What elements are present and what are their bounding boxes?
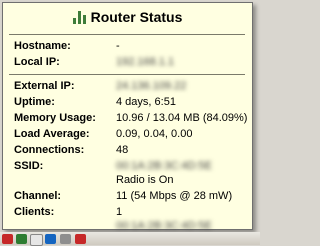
update-icon[interactable] [45, 234, 56, 244]
separator-middle [9, 74, 245, 75]
channel-label: Channel: [14, 190, 62, 202]
load-average-value: 0.09, 0.04, 0.00 [116, 128, 193, 140]
load-average-label: Load Average: [14, 128, 90, 140]
clients-value: 1 [116, 206, 123, 218]
radio-status-value: Radio is On [116, 174, 174, 186]
hostname-label: Hostname: [14, 40, 71, 52]
tooltip-header: Router Status [3, 9, 252, 29]
external-ip-label: External IP: [14, 80, 75, 92]
channel-value: 11 (54 Mbps @ 28 mW) [116, 190, 233, 202]
clients-label: Clients: [14, 206, 55, 218]
tooltip-title: Router Status [90, 9, 183, 25]
ssid-value: 00:1A:2B:3C:4D:5E [116, 160, 213, 172]
hostname-value: - [116, 40, 120, 52]
alert-icon[interactable] [75, 234, 86, 244]
connections-label: Connections: [14, 144, 85, 156]
memory-usage-value: 10.96 / 13.04 MB (84.09%) [116, 112, 248, 124]
local-ip-label: Local IP: [14, 56, 60, 68]
client-address-value: 00:1A:2B:3C:4D:5E [116, 220, 213, 232]
router-status-tooltip: Router Status Hostname: - Local IP: 192.… [2, 2, 253, 232]
connections-value: 48 [116, 144, 129, 156]
separator-top [9, 34, 245, 35]
network-icon[interactable] [30, 234, 43, 246]
memory-usage-label: Memory Usage: [14, 112, 96, 124]
uptime-label: Uptime: [14, 96, 55, 108]
uptime-value: 4 days, 6:51 [116, 96, 176, 108]
system-tray [0, 232, 100, 246]
security-icon[interactable] [16, 234, 27, 244]
signal-bars-icon [72, 11, 86, 24]
volume-icon[interactable] [60, 234, 71, 244]
external-ip-value: 24.136.109.22 [116, 80, 187, 92]
ssid-label: SSID: [14, 160, 44, 172]
local-ip-value: 192.168.1.1 [116, 56, 175, 68]
app-icon[interactable] [2, 234, 13, 244]
